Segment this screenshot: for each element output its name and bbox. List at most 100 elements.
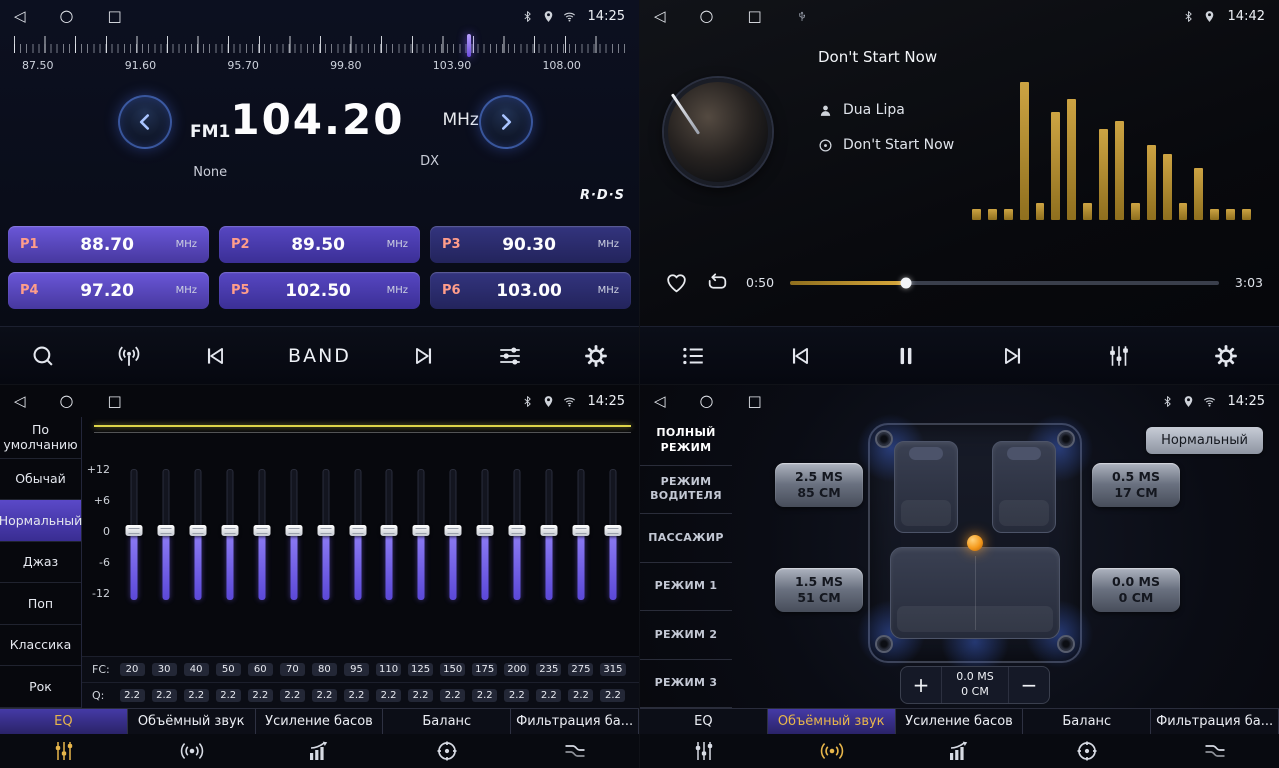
settings-button[interactable] bbox=[1213, 343, 1239, 369]
eq-preset-item[interactable]: Рок bbox=[0, 666, 81, 708]
sound-profile-button[interactable]: Нормальный bbox=[1146, 427, 1263, 454]
broadcast-button[interactable] bbox=[116, 343, 142, 369]
tab-surround[interactable]: Объёмный звук bbox=[128, 709, 256, 734]
listening-mode-item[interactable]: РЕЖИМ ВОДИТЕЛЯ bbox=[640, 466, 732, 515]
filter-tab-button[interactable] bbox=[511, 739, 639, 763]
rear-left-delay-button[interactable]: 1.5 MS 51 CM bbox=[775, 568, 863, 612]
back-button[interactable]: ◁ bbox=[14, 9, 26, 24]
listening-mode-item[interactable]: ПАССАЖИР bbox=[640, 514, 732, 563]
slider-handle[interactable] bbox=[445, 525, 462, 536]
seek-down-button[interactable] bbox=[202, 343, 228, 369]
tab-bass-boost[interactable]: Усиление басов bbox=[896, 709, 1024, 734]
pause-button[interactable] bbox=[893, 343, 919, 369]
frequency-scale[interactable]: 87.5091.6095.7099.80103.90108.00 bbox=[0, 34, 639, 80]
eq-band-slider[interactable] bbox=[405, 469, 437, 600]
eq-band-slider[interactable] bbox=[118, 469, 150, 600]
slider-handle[interactable] bbox=[157, 525, 174, 536]
tab-bass-boost[interactable]: Усиление басов bbox=[256, 709, 384, 734]
tune-up-button[interactable] bbox=[479, 95, 533, 149]
eq-band-slider[interactable] bbox=[246, 469, 278, 600]
eq-band-slider[interactable] bbox=[310, 469, 342, 600]
eq-band-slider[interactable] bbox=[150, 469, 182, 600]
listening-position-marker[interactable] bbox=[967, 535, 983, 551]
filter-tab-button[interactable] bbox=[1151, 739, 1279, 763]
previous-track-button[interactable] bbox=[787, 343, 813, 369]
tune-down-button[interactable] bbox=[118, 95, 172, 149]
slider-handle[interactable] bbox=[413, 525, 430, 536]
seek-bar[interactable] bbox=[790, 281, 1219, 285]
eq-band-slider[interactable] bbox=[437, 469, 469, 600]
preset-button[interactable]: P5 102.50 MHz bbox=[219, 272, 420, 309]
bass-tab-button[interactable] bbox=[256, 739, 384, 763]
listening-mode-item[interactable]: РЕЖИМ 1 bbox=[640, 563, 732, 612]
surround-tab-button[interactable] bbox=[128, 739, 256, 763]
eq-band-slider[interactable] bbox=[214, 469, 246, 600]
preset-button[interactable]: P3 90.30 MHz bbox=[430, 226, 631, 263]
home-button[interactable]: ○ bbox=[700, 8, 714, 24]
favorite-button[interactable] bbox=[664, 270, 689, 295]
eq-band-slider[interactable] bbox=[469, 469, 501, 600]
audio-settings-button[interactable] bbox=[497, 343, 523, 369]
balance-tab-button[interactable] bbox=[383, 739, 511, 763]
tab-filter[interactable]: Фильтрация ба... bbox=[511, 709, 639, 734]
tab-balance[interactable]: Баланс bbox=[1023, 709, 1151, 734]
back-button[interactable]: ◁ bbox=[14, 394, 26, 409]
tab-eq[interactable]: EQ bbox=[0, 709, 128, 734]
front-left-delay-button[interactable]: 2.5 MS 85 CM bbox=[775, 463, 863, 507]
slider-handle[interactable] bbox=[221, 525, 238, 536]
eq-band-slider[interactable] bbox=[374, 469, 406, 600]
eq-preset-item[interactable]: Поп bbox=[0, 583, 81, 625]
eq-band-slider[interactable] bbox=[533, 469, 565, 600]
back-button[interactable]: ◁ bbox=[654, 394, 666, 409]
tab-filter[interactable]: Фильтрация ба... bbox=[1151, 709, 1279, 734]
slider-handle[interactable] bbox=[125, 525, 142, 536]
bass-tab-button[interactable] bbox=[896, 739, 1024, 763]
seek-bar-knob[interactable] bbox=[900, 277, 911, 288]
slider-handle[interactable] bbox=[605, 525, 622, 536]
eq-preset-item[interactable]: Обычай bbox=[0, 459, 81, 501]
back-button[interactable]: ◁ bbox=[654, 9, 666, 24]
surround-tab-button[interactable] bbox=[768, 739, 896, 763]
front-right-delay-button[interactable]: 0.5 MS 17 CM bbox=[1092, 463, 1180, 507]
eq-preset-item[interactable]: Нормальный bbox=[0, 500, 81, 542]
preset-button[interactable]: P1 88.70 MHz bbox=[8, 226, 209, 263]
listening-mode-item[interactable]: РЕЖИМ 3 bbox=[640, 660, 732, 709]
decrease-delay-button[interactable]: − bbox=[1009, 667, 1049, 703]
tab-eq[interactable]: EQ bbox=[640, 709, 768, 734]
equalizer-button[interactable] bbox=[1106, 343, 1132, 369]
slider-handle[interactable] bbox=[349, 525, 366, 536]
preset-button[interactable]: P2 89.50 MHz bbox=[219, 226, 420, 263]
recents-button[interactable]: □ bbox=[748, 394, 762, 409]
eq-preset-item[interactable]: По умолчанию bbox=[0, 417, 81, 459]
eq-tab-button[interactable] bbox=[640, 739, 768, 763]
tab-surround[interactable]: Объёмный звук bbox=[768, 709, 896, 734]
rear-right-delay-button[interactable]: 0.0 MS 0 CM bbox=[1092, 568, 1180, 612]
seek-up-button[interactable] bbox=[411, 343, 437, 369]
preset-button[interactable]: P4 97.20 MHz bbox=[8, 272, 209, 309]
slider-handle[interactable] bbox=[253, 525, 270, 536]
slider-handle[interactable] bbox=[317, 525, 334, 536]
increase-delay-button[interactable]: + bbox=[901, 667, 941, 703]
tab-balance[interactable]: Баланс bbox=[383, 709, 511, 734]
eq-preset-item[interactable]: Джаз bbox=[0, 542, 81, 584]
slider-handle[interactable] bbox=[573, 525, 590, 536]
recents-button[interactable]: □ bbox=[108, 394, 122, 409]
eq-band-slider[interactable] bbox=[182, 469, 214, 600]
recents-button[interactable]: □ bbox=[108, 9, 122, 24]
slider-handle[interactable] bbox=[477, 525, 494, 536]
next-track-button[interactable] bbox=[1000, 343, 1026, 369]
slider-handle[interactable] bbox=[285, 525, 302, 536]
preset-button[interactable]: P6 103.00 MHz bbox=[430, 272, 631, 309]
recents-button[interactable]: □ bbox=[748, 9, 762, 24]
slider-handle[interactable] bbox=[509, 525, 526, 536]
playlist-button[interactable] bbox=[680, 343, 706, 369]
eq-band-slider[interactable] bbox=[565, 469, 597, 600]
balance-tab-button[interactable] bbox=[1023, 739, 1151, 763]
slider-handle[interactable] bbox=[381, 525, 398, 536]
eq-band-slider[interactable] bbox=[501, 469, 533, 600]
settings-button[interactable] bbox=[583, 343, 609, 369]
home-button[interactable]: ○ bbox=[60, 393, 74, 409]
eq-tab-button[interactable] bbox=[0, 739, 128, 763]
eq-band-slider[interactable] bbox=[597, 469, 629, 600]
eq-band-slider[interactable] bbox=[278, 469, 310, 600]
